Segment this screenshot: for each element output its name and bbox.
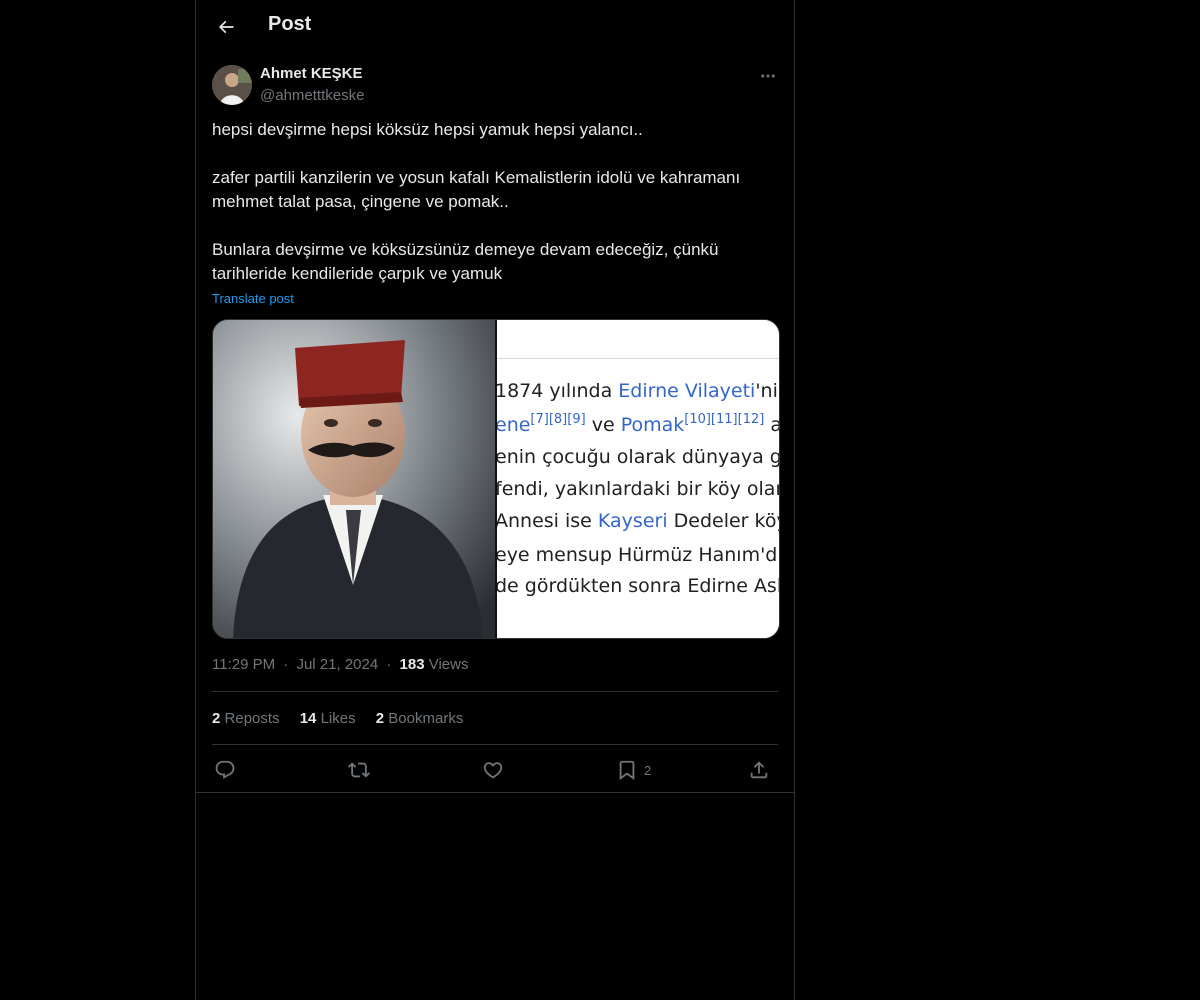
bookmark-count: 2 bbox=[644, 762, 652, 778]
author-handle[interactable]: @ahmetttkeske bbox=[260, 87, 364, 104]
post-stats: 2 Reposts 14 Likes 2 Bookmarks bbox=[212, 710, 479, 727]
share-button[interactable] bbox=[748, 755, 770, 785]
wiki-line: ene[7][8][9] ve Pomak[10][11][12] a bbox=[497, 412, 779, 436]
tweet-paragraph: zafer partili kanzilerin ve yosun kafalı… bbox=[212, 168, 741, 211]
views-count: 183 bbox=[399, 656, 425, 673]
reply-button[interactable] bbox=[214, 755, 236, 785]
meta-separator: · bbox=[283, 656, 289, 673]
wiki-line: de gördükten sonra Edirne Aske bbox=[497, 575, 779, 597]
repost-button[interactable] bbox=[348, 755, 370, 785]
bookmark-button[interactable]: 2 bbox=[616, 755, 651, 785]
repost-icon bbox=[348, 762, 370, 778]
back-button[interactable] bbox=[212, 13, 240, 41]
share-icon bbox=[750, 761, 768, 779]
reposts-stat[interactable]: 2 Reposts bbox=[212, 710, 280, 727]
wiki-line: Annesi ise Kayseri Dedeler köyü bbox=[497, 510, 779, 532]
meta-separator: · bbox=[386, 656, 392, 673]
post-meta: 11:29 PM · Jul 21, 2024 · 183 Views bbox=[212, 656, 468, 673]
post-time[interactable]: 11:29 PM bbox=[212, 656, 275, 673]
action-bar: 2 bbox=[212, 755, 778, 785]
divider bbox=[212, 744, 778, 745]
translate-post-link[interactable]: Translate post bbox=[212, 291, 294, 306]
post-date[interactable]: Jul 21, 2024 bbox=[296, 656, 378, 673]
tweet-media[interactable]: 1874 yılında Edirne Vilayeti'nin ene[7][… bbox=[212, 319, 780, 639]
like-icon bbox=[483, 762, 503, 779]
likes-stat[interactable]: 14 Likes bbox=[300, 710, 356, 727]
tweet-paragraph: hepsi devşirme hepsi köksüz hepsi yamuk … bbox=[212, 120, 643, 139]
author-name[interactable]: Ahmet KEŞKE bbox=[260, 65, 363, 82]
page-title: Post bbox=[268, 13, 312, 35]
tweet-text: hepsi devşirme hepsi köksüz hepsi yamuk … bbox=[212, 118, 778, 286]
wiki-line: fendi, yakınlardaki bir köy olan bbox=[497, 478, 779, 500]
wiki-line: eye mensup Hürmüz Hanım'dı.[ bbox=[497, 544, 779, 566]
divider bbox=[196, 792, 794, 793]
more-button[interactable] bbox=[756, 64, 780, 88]
post-column: Post Ahmet KEŞKE @ahmetttkeske hepsi dev… bbox=[195, 0, 795, 1000]
wiki-line: 1874 yılında Edirne Vilayeti'nin bbox=[497, 380, 779, 402]
post-header: Post bbox=[196, 0, 794, 54]
more-icon bbox=[761, 74, 775, 78]
bookmark-icon bbox=[619, 760, 635, 781]
divider bbox=[212, 691, 778, 692]
bookmarks-stat[interactable]: 2 Bookmarks bbox=[376, 710, 464, 727]
like-button[interactable] bbox=[482, 755, 504, 785]
avatar[interactable] bbox=[212, 65, 252, 105]
views-label: Views bbox=[428, 656, 469, 673]
wiki-rule bbox=[497, 358, 779, 359]
back-arrow-icon bbox=[218, 20, 234, 34]
wikipedia-screenshot[interactable]: 1874 yılında Edirne Vilayeti'nin ene[7][… bbox=[497, 320, 779, 638]
reply-icon bbox=[215, 760, 235, 779]
tweet-paragraph: Bunlara devşirme ve köksüzsünüz demeye d… bbox=[212, 240, 719, 283]
portrait-photo[interactable] bbox=[213, 320, 496, 638]
wiki-line: enin çocuğu olarak dünyaya geld bbox=[497, 446, 779, 468]
